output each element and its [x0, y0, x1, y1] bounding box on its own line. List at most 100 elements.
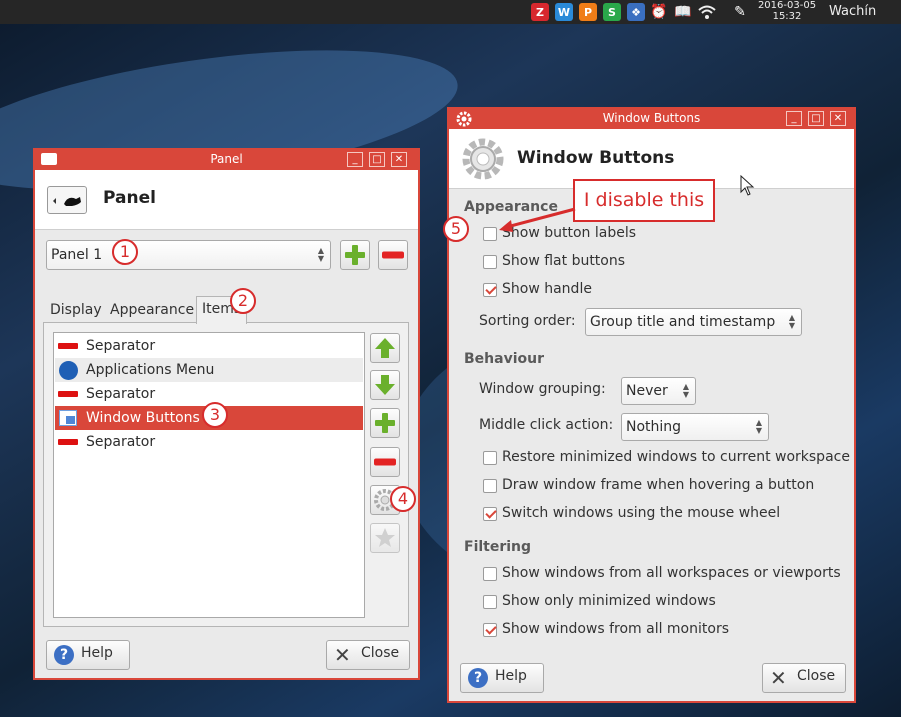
- move-up-button[interactable]: [370, 333, 400, 363]
- clock[interactable]: 2016-03-05 15:32: [754, 0, 820, 22]
- list-item[interactable]: Applications Menu: [55, 358, 363, 382]
- annotation-callout: I disable this: [573, 179, 715, 222]
- help-label: Help: [81, 645, 113, 661]
- help-icon: ?: [468, 668, 488, 688]
- user-name[interactable]: Wachín: [829, 4, 876, 19]
- close-label: Close: [361, 645, 400, 661]
- annotation-marker-2: 2: [230, 288, 256, 314]
- filtering-heading: Filtering: [464, 539, 532, 555]
- close-button[interactable]: ✕ Close: [326, 640, 410, 670]
- remove-panel-button[interactable]: [378, 240, 408, 270]
- combo-arrows-icon: ▲ ▼: [755, 418, 762, 435]
- all-workspaces-checkbox[interactable]: [483, 567, 497, 581]
- separator-icon: [58, 432, 78, 452]
- maximize-button[interactable]: □: [369, 152, 385, 167]
- close-icon: ✕: [770, 666, 787, 690]
- move-down-button[interactable]: [370, 370, 400, 400]
- list-item-label: Separator: [86, 338, 156, 354]
- list-item[interactable]: Separator: [55, 430, 363, 454]
- annotation-marker-3: 3: [202, 402, 228, 428]
- minimize-button[interactable]: _: [347, 152, 363, 167]
- list-item-label: Applications Menu: [86, 362, 215, 378]
- middle-click-select[interactable]: Nothing ▲ ▼: [621, 413, 769, 441]
- separator-icon: [58, 384, 78, 404]
- minimize-button[interactable]: _: [786, 111, 802, 126]
- remove-item-button[interactable]: [370, 447, 400, 477]
- panel-selector[interactable]: Panel 1 ▲ ▼: [46, 240, 331, 270]
- all-workspaces-label[interactable]: Show windows from all workspaces or view…: [502, 565, 841, 581]
- draw-frame-checkbox[interactable]: [483, 479, 497, 493]
- clock-date: 2016-03-05: [757, 0, 817, 11]
- wifi-icon[interactable]: [698, 3, 716, 21]
- minus-icon: [382, 251, 404, 259]
- wb-header-title: Window Buttons: [517, 148, 675, 168]
- show-handle-checkbox[interactable]: [483, 283, 497, 297]
- only-minimized-label[interactable]: Show only minimized windows: [502, 593, 716, 609]
- maximize-button[interactable]: □: [808, 111, 824, 126]
- close-window-button[interactable]: ✕: [391, 152, 407, 167]
- window-grouping-value: Never: [626, 383, 668, 399]
- minus-icon: [374, 458, 396, 466]
- s-app-icon[interactable]: S: [603, 3, 621, 21]
- show-handle-label[interactable]: Show handle: [502, 281, 592, 297]
- annotation-marker-4: 4: [390, 486, 416, 512]
- sorting-order-select[interactable]: Group title and timestamp ▲ ▼: [585, 308, 802, 336]
- panel-titlebar[interactable]: Panel _ □ ✕: [35, 150, 418, 170]
- help-icon: ?: [54, 645, 74, 665]
- close-window-button[interactable]: ✕: [830, 111, 846, 126]
- w-app-icon[interactable]: W: [555, 3, 573, 21]
- close-button[interactable]: ✕ Close: [762, 663, 846, 693]
- show-flat-buttons-checkbox[interactable]: [483, 255, 497, 269]
- combo-arrows-icon: ▲ ▼: [788, 313, 795, 330]
- panel-header-title: Panel: [103, 188, 156, 208]
- middle-click-value: Nothing: [626, 419, 682, 435]
- annotation-arrow: [499, 207, 576, 232]
- all-monitors-checkbox[interactable]: [483, 623, 497, 637]
- notes-icon[interactable]: ✎: [731, 3, 749, 21]
- sorting-order-value: Group title and timestamp: [590, 314, 776, 330]
- list-item[interactable]: Separator: [55, 334, 363, 358]
- arrow-down-icon: [375, 375, 395, 395]
- alarm-clock-icon[interactable]: ⏰: [650, 3, 668, 21]
- only-minimized-checkbox[interactable]: [483, 595, 497, 609]
- annotation-marker-1: 1: [112, 239, 138, 265]
- close-label: Close: [797, 668, 836, 684]
- plus-icon: [375, 413, 395, 433]
- panel-header: Panel: [35, 170, 418, 230]
- switch-wheel-checkbox[interactable]: [483, 507, 497, 521]
- mouse-cursor-icon: [740, 175, 755, 196]
- about-item-button[interactable]: [370, 523, 400, 553]
- help-label: Help: [495, 668, 527, 684]
- tab-display[interactable]: Display: [45, 298, 107, 324]
- switch-wheel-label[interactable]: Switch windows using the mouse wheel: [502, 505, 780, 521]
- close-icon: ✕: [334, 643, 351, 667]
- items-list[interactable]: Separator Applications Menu Separator Wi…: [53, 332, 365, 618]
- dropbox-icon[interactable]: ❖: [627, 3, 645, 21]
- plus-icon: [345, 245, 365, 265]
- middle-click-label: Middle click action:: [479, 417, 614, 433]
- clock-time: 15:32: [772, 11, 802, 22]
- list-item-label: Separator: [86, 386, 156, 402]
- tab-appearance[interactable]: Appearance: [105, 298, 199, 324]
- help-button[interactable]: ? Help: [460, 663, 544, 693]
- z-app-icon[interactable]: Z: [531, 3, 549, 21]
- panel-header-icon: [47, 186, 87, 214]
- combo-arrows-icon: ▲ ▼: [317, 246, 324, 263]
- p-app-icon[interactable]: P: [579, 3, 597, 21]
- star-icon: [375, 528, 395, 547]
- help-button[interactable]: ? Help: [46, 640, 130, 670]
- book-icon[interactable]: 📖: [674, 3, 692, 21]
- restore-minimized-checkbox[interactable]: [483, 451, 497, 465]
- behaviour-heading: Behaviour: [464, 351, 544, 367]
- show-flat-buttons-label[interactable]: Show flat buttons: [502, 253, 625, 269]
- window-buttons-icon: [58, 408, 78, 428]
- restore-minimized-label[interactable]: Restore minimized windows to current wor…: [502, 449, 850, 465]
- window-grouping-label: Window grouping:: [479, 381, 606, 397]
- wb-titlebar[interactable]: Window Buttons _ □ ✕: [449, 109, 854, 129]
- window-grouping-select[interactable]: Never ▲ ▼: [621, 377, 696, 405]
- add-panel-button[interactable]: [340, 240, 370, 270]
- annotation-marker-5: 5: [443, 216, 469, 242]
- add-item-button[interactable]: [370, 408, 400, 438]
- draw-frame-label[interactable]: Draw window frame when hovering a button: [502, 477, 814, 493]
- all-monitors-label[interactable]: Show windows from all monitors: [502, 621, 729, 637]
